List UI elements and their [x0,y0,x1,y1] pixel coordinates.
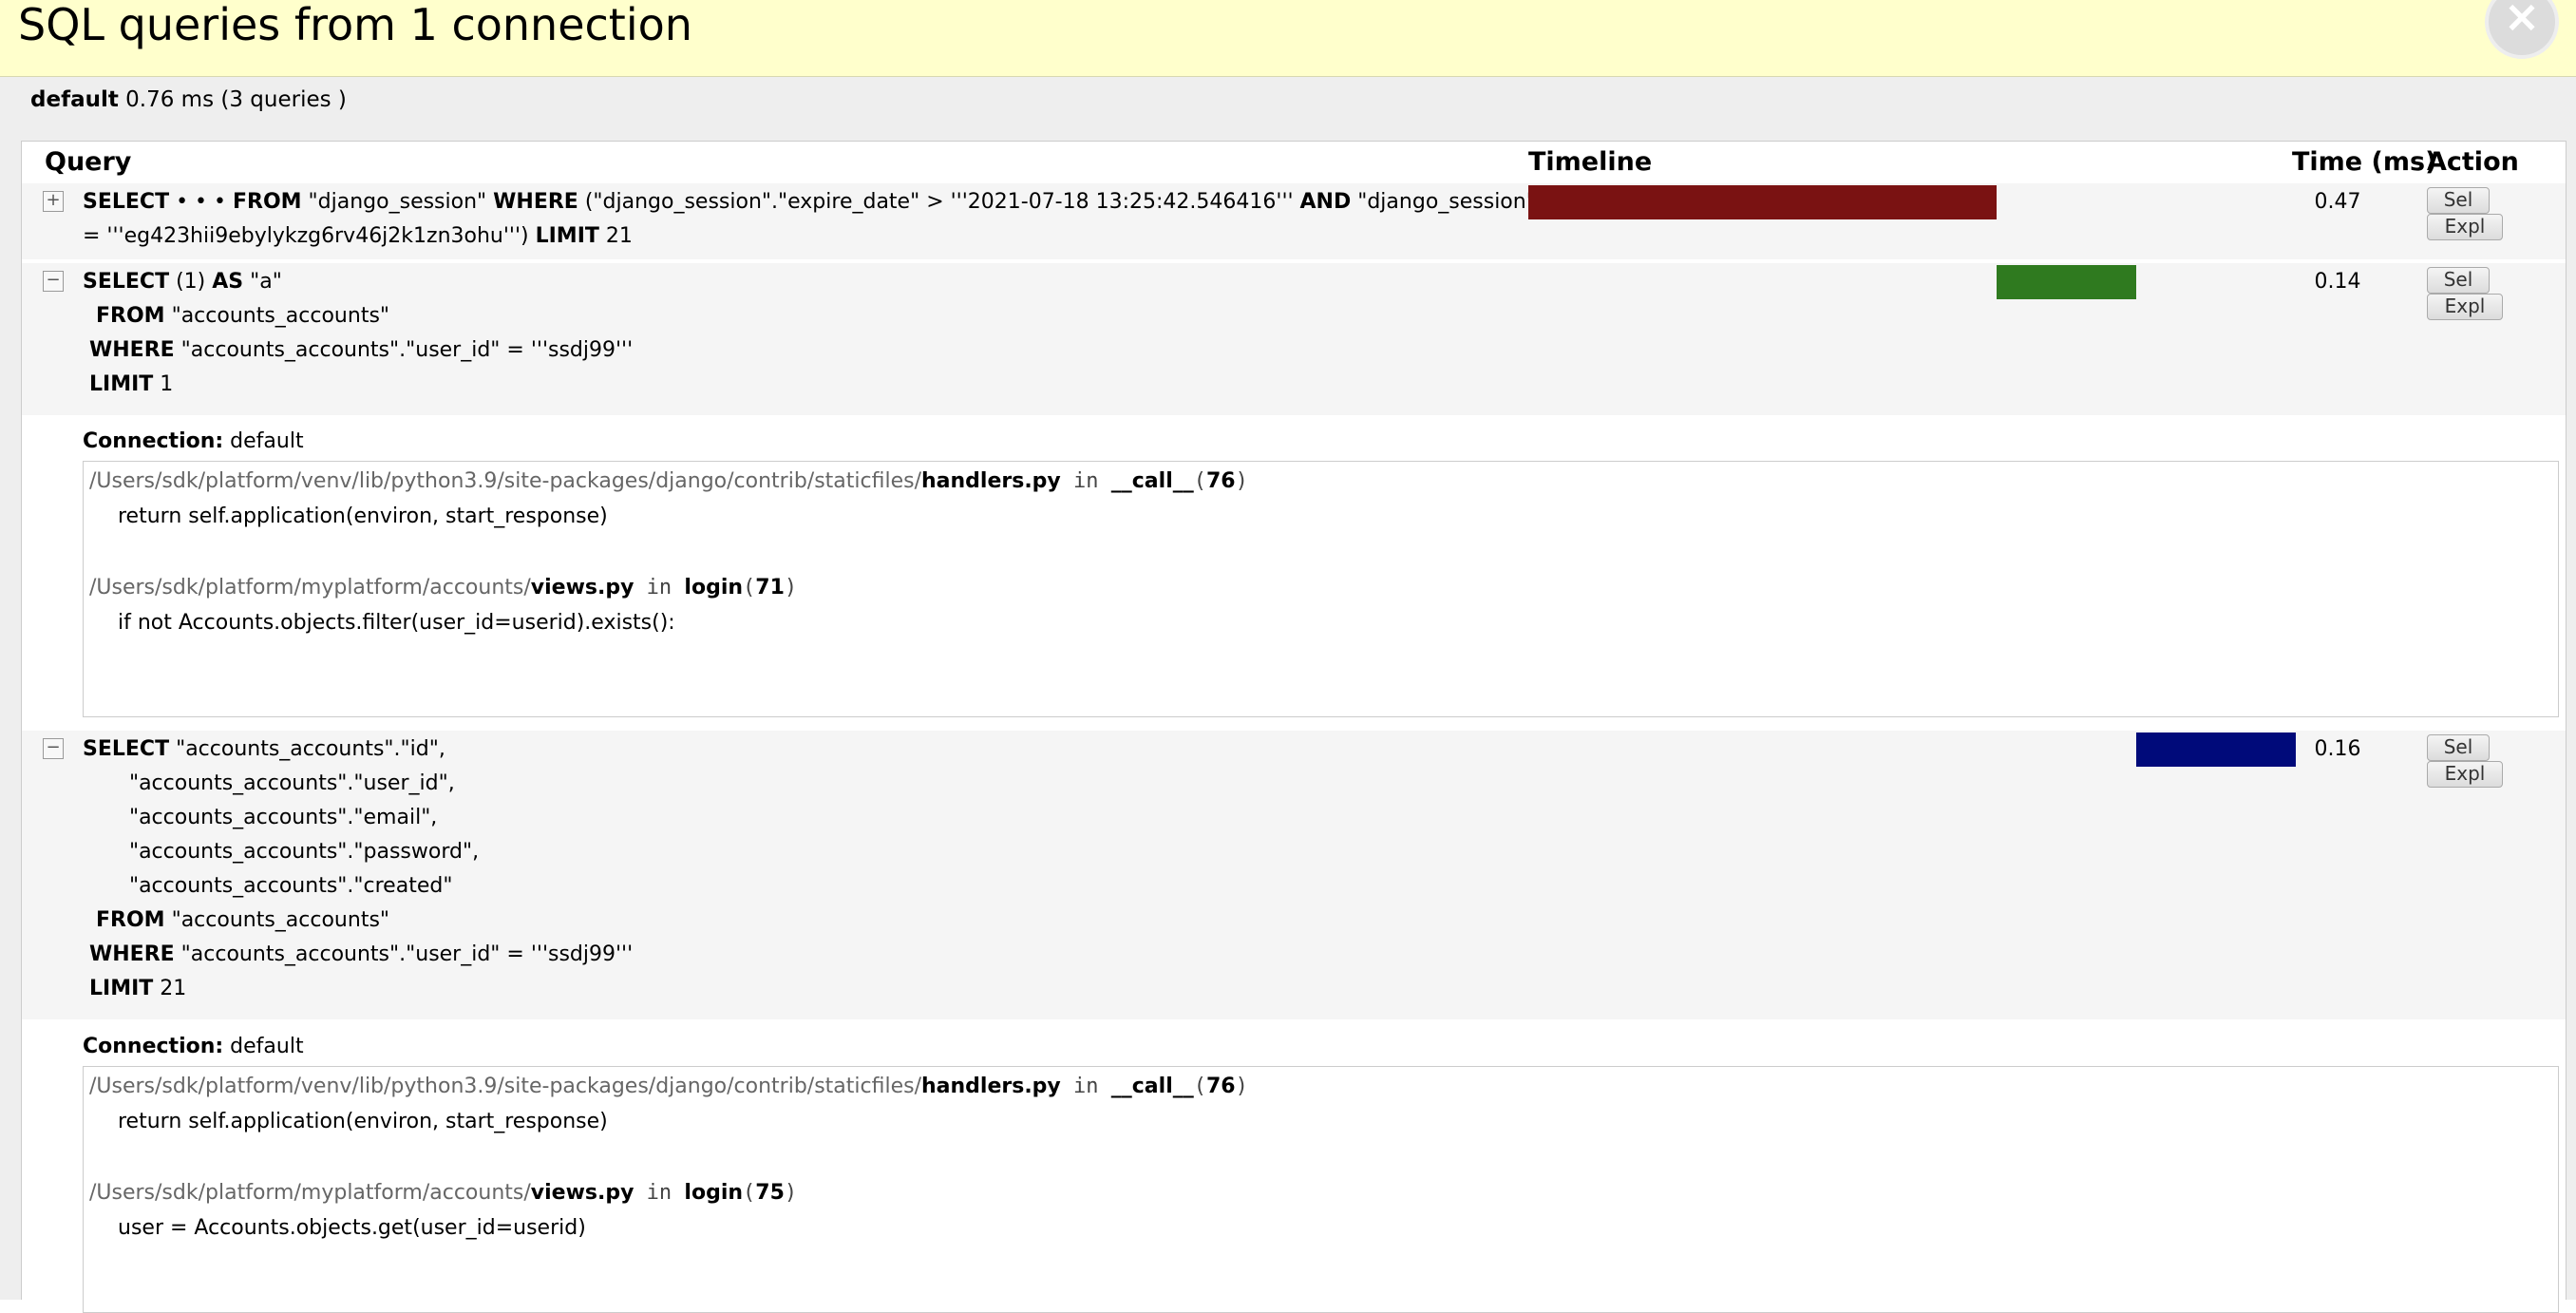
summary-text: default 0.76 ms (3 queries ) [30,86,347,114]
select-button[interactable]: Sel [2427,267,2490,294]
panel-header: SQL queries from 1 connection × [0,0,2576,77]
connection-label: Connection: default [83,429,304,453]
explain-button[interactable]: Expl [2427,294,2503,320]
timeline-bar [1997,265,2137,299]
select-button[interactable]: Sel [2427,734,2490,761]
column-header-time: Time (ms) [2292,147,2437,177]
stack-trace: /Users/sdk/platform/venv/lib/python3.9/s… [83,1066,2559,1313]
sql-text: SELECT • • • FROM "django_session" WHERE… [83,190,1687,248]
stack-frame-code: user = Accounts.objects.get(user_id=user… [118,1216,586,1240]
query-time: 0.47 [2314,190,2361,214]
panel-title: SQL queries from 1 connection [18,0,692,50]
select-button[interactable]: Sel [2427,187,2490,214]
connection-summary: default 0.76 ms (3 queries ) [0,77,2576,138]
connection-label: Connection: default [83,1035,304,1058]
stack-trace: /Users/sdk/platform/venv/lib/python3.9/s… [83,461,2559,717]
column-header-action: Action [2427,147,2519,177]
explain-button[interactable]: Expl [2427,761,2503,788]
expand-toggle[interactable]: + [43,191,64,212]
summary-time: 0.76 ms [125,87,215,112]
sql-text: SELECT "accounts_accounts"."id", "accoun… [83,737,634,1000]
queries-table: Query Timeline Time (ms) Action + SELECT … [21,141,2567,1313]
summary-count: (3 queries ) [220,87,347,112]
sql-panel: Query Timeline Time (ms) Action + SELECT … [0,138,2576,1313]
stack-frame-code: return self.application(environ, start_r… [118,1110,608,1133]
timeline-bar [1528,185,1998,219]
collapse-toggle[interactable]: − [43,738,64,759]
column-header-timeline: Timeline [1528,147,1653,177]
query-time: 0.14 [2314,270,2361,294]
timeline-bar [2136,733,2297,767]
stack-frame-code: return self.application(environ, start_r… [118,504,608,528]
stack-frame: /Users/sdk/platform/venv/lib/python3.9/s… [89,1075,1248,1098]
stack-frame: /Users/sdk/platform/myplatform/accounts/… [89,576,798,599]
close-button[interactable]: × [2485,0,2559,59]
column-header-query: Query [45,147,132,177]
stack-frame: /Users/sdk/platform/myplatform/accounts/… [89,1181,798,1205]
collapse-toggle[interactable]: − [43,271,64,292]
explain-button[interactable]: Expl [2427,214,2503,240]
stack-frame-code: if not Accounts.objects.filter(user_id=u… [118,611,675,635]
sql-text: SELECT (1) AS "a" FROM "accounts_account… [83,270,634,396]
close-icon: × [2503,0,2541,42]
summary-alias: default [30,87,119,112]
stack-frame: /Users/sdk/platform/venv/lib/python3.9/s… [89,469,1248,493]
query-time: 0.16 [2314,737,2361,761]
